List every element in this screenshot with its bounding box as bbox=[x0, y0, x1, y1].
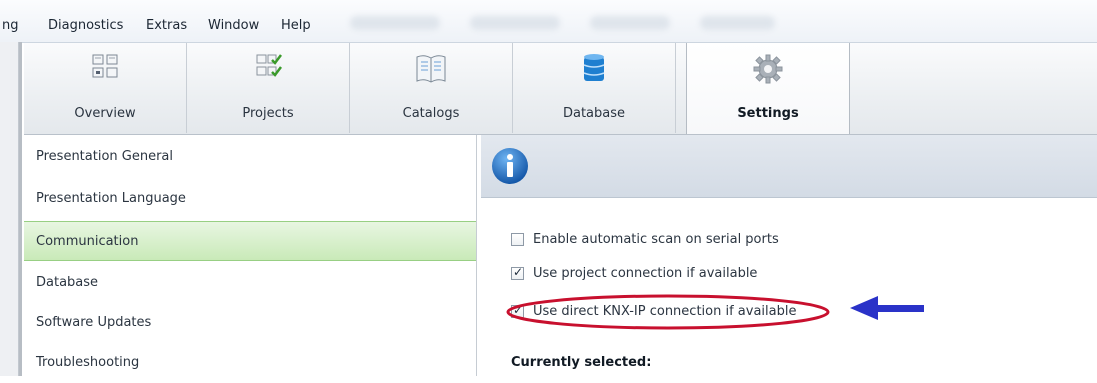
tab-overview[interactable]: Overview bbox=[24, 43, 187, 133]
info-icon bbox=[492, 148, 528, 184]
tab-label: Projects bbox=[242, 106, 294, 121]
main-tab-bar: Overview Projects Catalogs Database Sett… bbox=[24, 43, 1097, 135]
tab-database[interactable]: Database bbox=[513, 43, 676, 133]
tab-label: Database bbox=[562, 106, 626, 121]
tab-catalogs[interactable]: Catalogs bbox=[350, 43, 513, 133]
communication-settings-panel: Enable automatic scan on serial ports ✓ … bbox=[481, 198, 1097, 376]
blurred-region bbox=[470, 16, 560, 30]
currently-selected-title: Currently selected: bbox=[511, 355, 652, 370]
menu-bar: ng Diagnostics Extras Window Help bbox=[0, 0, 1097, 43]
tab-label: Overview bbox=[74, 106, 136, 121]
settings-gear-icon bbox=[753, 54, 783, 84]
settings-category-list: Presentation General Presentation Langua… bbox=[24, 135, 477, 376]
option-label: Enable automatic scan on serial ports bbox=[533, 232, 779, 247]
sidebar-item-presentation-general[interactable]: Presentation General bbox=[24, 137, 476, 177]
menu-item-window[interactable]: Window bbox=[208, 18, 259, 33]
sidebar-item-presentation-language[interactable]: Presentation Language bbox=[24, 179, 476, 219]
auto-scan-serial-checkbox[interactable] bbox=[511, 233, 524, 246]
tab-label: Catalogs bbox=[402, 106, 460, 121]
sidebar-item-communication[interactable]: Communication bbox=[24, 221, 476, 261]
checkmark-icon: ✓ bbox=[513, 265, 524, 279]
menu-item-partial[interactable]: ng bbox=[2, 18, 19, 33]
blurred-region bbox=[700, 16, 775, 30]
option-label: Use direct KNX-IP connection if availabl… bbox=[533, 304, 797, 319]
tab-label: Settings bbox=[737, 106, 799, 121]
tab-settings[interactable]: Settings bbox=[686, 43, 850, 134]
project-connection-checkbox[interactable]: ✓ bbox=[511, 265, 524, 280]
blurred-region bbox=[350, 16, 440, 30]
database-icon bbox=[583, 54, 605, 81]
menu-item-help[interactable]: Help bbox=[281, 18, 311, 33]
tab-projects[interactable]: Projects bbox=[187, 43, 350, 133]
blurred-region bbox=[590, 16, 670, 30]
option-label: Use project connection if available bbox=[533, 266, 758, 281]
info-header bbox=[481, 135, 1097, 198]
menu-item-diagnostics[interactable]: Diagnostics bbox=[48, 18, 123, 33]
overview-icon bbox=[92, 54, 118, 78]
menu-item-extras[interactable]: Extras bbox=[146, 18, 187, 33]
sidebar-item-database[interactable]: Database bbox=[24, 263, 476, 303]
catalogs-icon bbox=[416, 55, 446, 83]
sidebar-item-software-updates[interactable]: Software Updates bbox=[24, 303, 476, 343]
checkmark-icon: ✓ bbox=[513, 303, 524, 317]
direct-knx-ip-checkbox[interactable]: ✓ bbox=[511, 303, 524, 318]
sidebar-item-troubleshooting[interactable]: Troubleshooting bbox=[24, 343, 476, 383]
left-edge-strip bbox=[0, 42, 22, 376]
projects-icon bbox=[256, 54, 282, 77]
